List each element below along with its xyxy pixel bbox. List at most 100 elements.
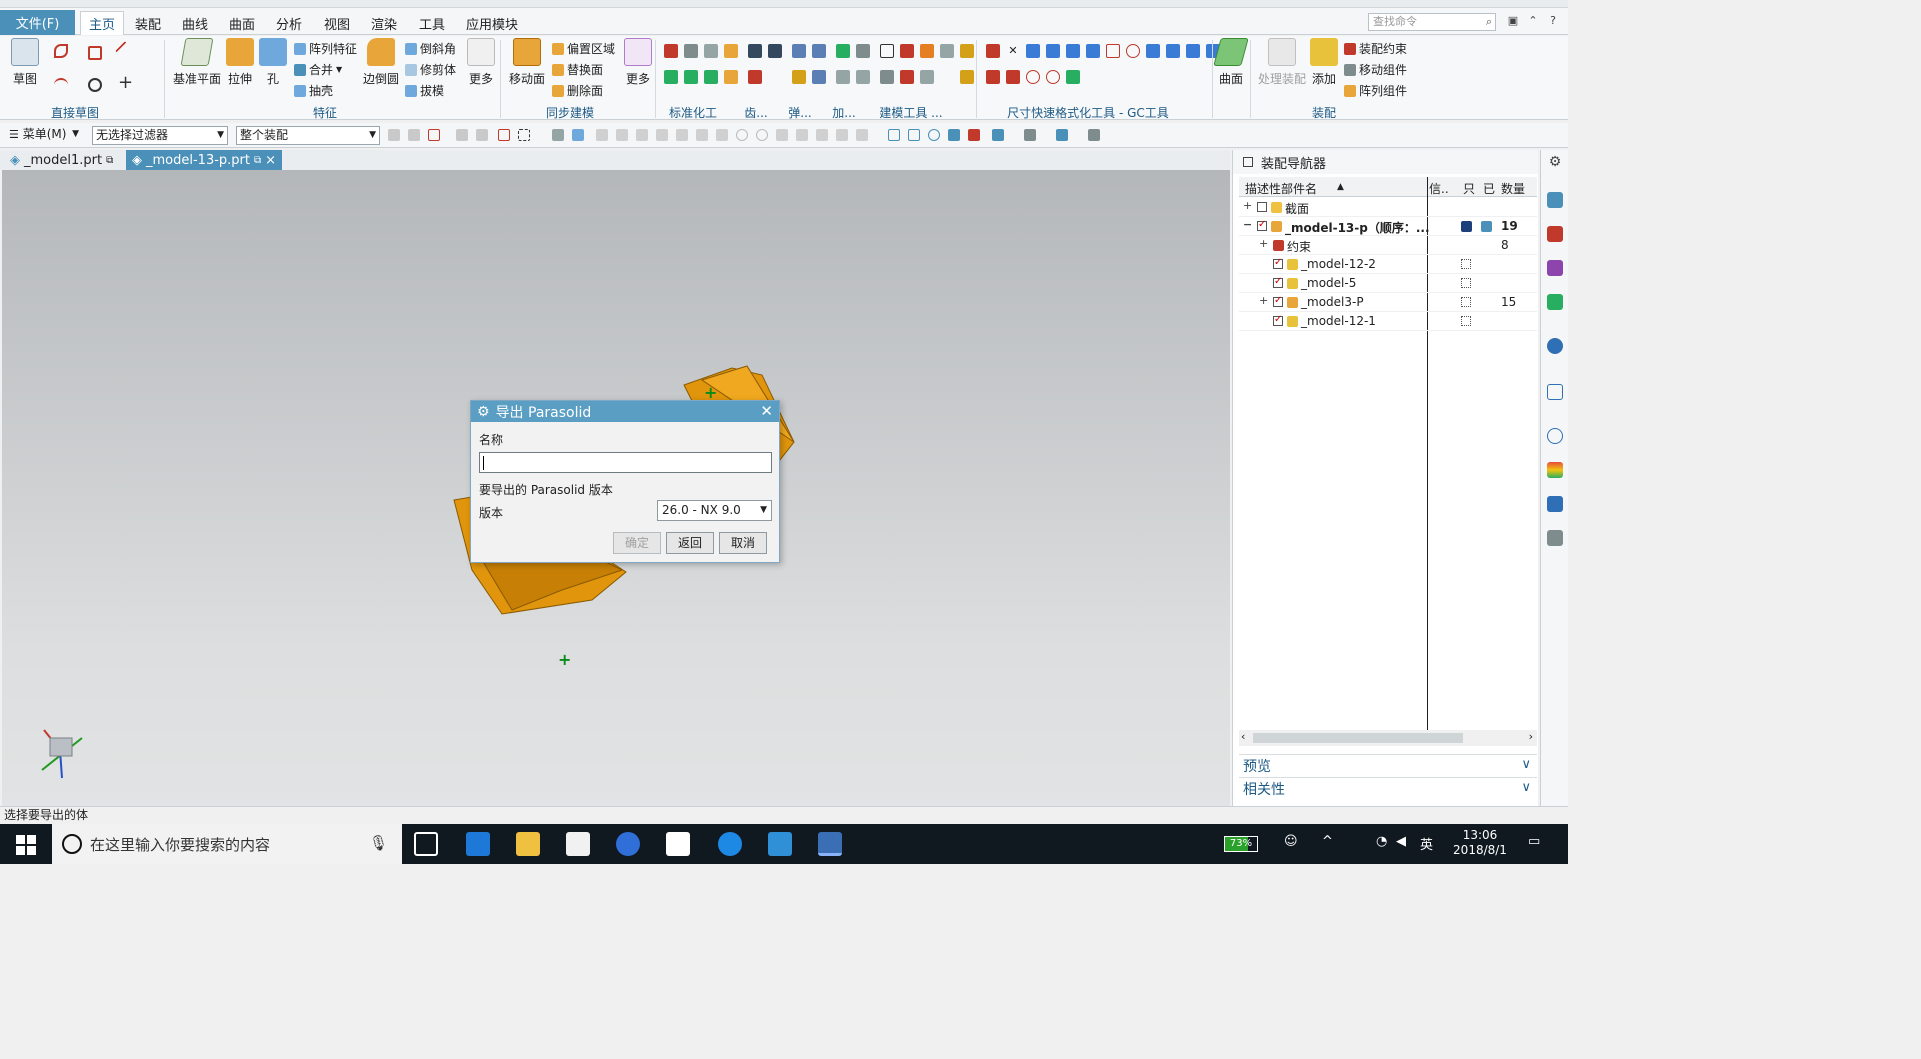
close-tab-icon[interactable]: ×: [265, 153, 276, 168]
tree-row-subassembly[interactable]: + _model3-P 15: [1239, 293, 1537, 312]
standard-tool-icon[interactable]: [704, 70, 718, 84]
draft-button[interactable]: 拔模: [405, 82, 444, 99]
delete-face-button[interactable]: 删除面: [552, 82, 603, 99]
gc-format-icon[interactable]: [1006, 70, 1020, 84]
visibility-checkbox[interactable]: [1273, 276, 1283, 288]
microphone-icon[interactable]: 🎙: [369, 834, 388, 852]
snap-icon[interactable]: [476, 129, 488, 141]
tab-view[interactable]: 视图: [316, 11, 358, 35]
search-icon[interactable]: ⌕: [1486, 14, 1492, 30]
tab-home[interactable]: 主页: [80, 11, 125, 35]
group-direct-sketch[interactable]: 直接草图: [40, 104, 110, 121]
gear-icon[interactable]: ⚙: [477, 404, 490, 420]
gc-format-icon[interactable]: [1066, 70, 1080, 84]
view-icon[interactable]: [948, 129, 960, 141]
part-navigator-icon[interactable]: [1547, 192, 1563, 208]
notification-icon[interactable]: ▭: [1528, 834, 1540, 849]
group-assembly[interactable]: 装配: [1300, 104, 1348, 121]
selection-scope-select[interactable]: 整个装配 ▼: [236, 126, 380, 145]
standard-tool-icon[interactable]: [724, 44, 738, 58]
snap-icon[interactable]: [696, 129, 708, 141]
render-style-icon[interactable]: [1024, 129, 1036, 141]
more-sync-button[interactable]: 更多: [624, 38, 652, 87]
gc-format-icon[interactable]: [1146, 44, 1160, 58]
select-type-icon[interactable]: [428, 129, 440, 141]
gc-format-icon[interactable]: [1046, 44, 1060, 58]
doc-tab-model1[interactable]: ◈ _model1.prt ⧉: [4, 150, 119, 170]
gc-format-icon[interactable]: ✕: [1006, 44, 1020, 58]
rectangle-icon[interactable]: [88, 46, 102, 60]
point-icon[interactable]: +: [118, 74, 133, 92]
snap-icon[interactable]: [456, 129, 468, 141]
gc-format-icon[interactable]: [1086, 44, 1100, 58]
group-feature[interactable]: 特征: [300, 104, 350, 121]
network-icon[interactable]: ◔: [1376, 834, 1387, 849]
assembly-constraint-button[interactable]: 装配约束: [1344, 40, 1407, 57]
spring-tool-icon[interactable]: [792, 44, 806, 58]
standard-tool-icon[interactable]: [704, 44, 718, 58]
taskbar-search-box[interactable]: 在这里输入你要搜索的内容 🎙: [52, 824, 402, 864]
snap-icon[interactable]: [756, 129, 768, 141]
dialog-title-bar[interactable]: ⚙ 导出 Parasolid ✕: [471, 401, 779, 422]
command-search-input[interactable]: 查找命令 ⌕: [1368, 13, 1496, 31]
model-tool-icon[interactable]: [940, 44, 954, 58]
collapse-ribbon-icon[interactable]: ⌃: [1526, 14, 1540, 28]
gear-tool-icon[interactable]: [748, 70, 762, 84]
file-explorer-icon[interactable]: [516, 832, 540, 856]
tab-analysis[interactable]: 分析: [268, 11, 310, 35]
extrude-button[interactable]: 拉伸: [224, 38, 256, 87]
rotate-icon[interactable]: [928, 129, 940, 141]
gc-format-icon[interactable]: [1126, 44, 1140, 58]
snap-icon[interactable]: [836, 129, 848, 141]
readonly-checkbox[interactable]: [1461, 316, 1471, 326]
unite-dropdown-icon[interactable]: ▼: [336, 65, 342, 74]
expand-icon[interactable]: +: [1243, 199, 1252, 212]
gc-format-icon[interactable]: [1046, 70, 1060, 84]
sketch-button[interactable]: 草图: [6, 38, 44, 87]
gc-format-icon[interactable]: [1186, 44, 1200, 58]
arc-icon[interactable]: [54, 78, 68, 92]
add-tool-icon[interactable]: [836, 70, 850, 84]
history-icon[interactable]: [1547, 384, 1563, 400]
windows-start-icon[interactable]: [16, 835, 36, 855]
help-icon[interactable]: ?: [1546, 14, 1560, 28]
move-face-button[interactable]: 移动面: [506, 38, 548, 87]
surface-button[interactable]: 曲面: [1213, 38, 1249, 87]
scrollbar-thumb[interactable]: [1253, 733, 1463, 743]
chevron-right-icon[interactable]: ›: [1529, 730, 1533, 743]
snap-icon[interactable]: [656, 129, 668, 141]
more-feature-button[interactable]: 更多: [466, 38, 496, 87]
pin-icon[interactable]: [1243, 157, 1253, 167]
task-view-icon[interactable]: [414, 832, 438, 856]
expand-icon[interactable]: +: [1259, 237, 1268, 250]
add-tool-icon[interactable]: [856, 44, 870, 58]
column-readonly[interactable]: 只: [1463, 180, 1475, 197]
ok-button[interactable]: 确定: [613, 532, 661, 554]
version-select[interactable]: 26.0 - NX 9.0 ▼: [657, 500, 772, 521]
visibility-checkbox[interactable]: [1273, 314, 1283, 326]
snap-icon[interactable]: [856, 129, 868, 141]
volume-icon[interactable]: ◀: [1396, 834, 1406, 849]
snap-icon[interactable]: [776, 129, 788, 141]
battery-indicator[interactable]: 73%: [1224, 836, 1258, 852]
web-browser-icon[interactable]: [1547, 338, 1563, 354]
trim-body-button[interactable]: 修剪体: [405, 61, 456, 78]
standard-tool-icon[interactable]: [684, 44, 698, 58]
tree-row-component[interactable]: _model-12-1: [1239, 312, 1537, 331]
model-tool-icon[interactable]: [920, 44, 934, 58]
model-tool-icon[interactable]: [900, 70, 914, 84]
add-component-button[interactable]: 添加: [1310, 38, 1338, 87]
snap-icon[interactable]: [572, 129, 584, 141]
ime-indicator[interactable]: 英: [1420, 834, 1433, 853]
window-restore-icon[interactable]: ▣: [1506, 14, 1520, 28]
column-quantity[interactable]: 数量: [1501, 180, 1525, 197]
line-icon[interactable]: [115, 41, 135, 61]
unite-button[interactable]: 合并 ▼: [294, 61, 342, 78]
shell-button[interactable]: 抽壳: [294, 82, 333, 99]
store-icon[interactable]: [566, 832, 590, 856]
snap-icon[interactable]: [736, 129, 748, 141]
pattern-component-button[interactable]: 阵列组件: [1344, 82, 1407, 99]
readonly-checkbox[interactable]: [1461, 259, 1471, 269]
group-modeling-tools[interactable]: 建模工具 ...: [876, 104, 946, 121]
app-icon[interactable]: [768, 832, 792, 856]
